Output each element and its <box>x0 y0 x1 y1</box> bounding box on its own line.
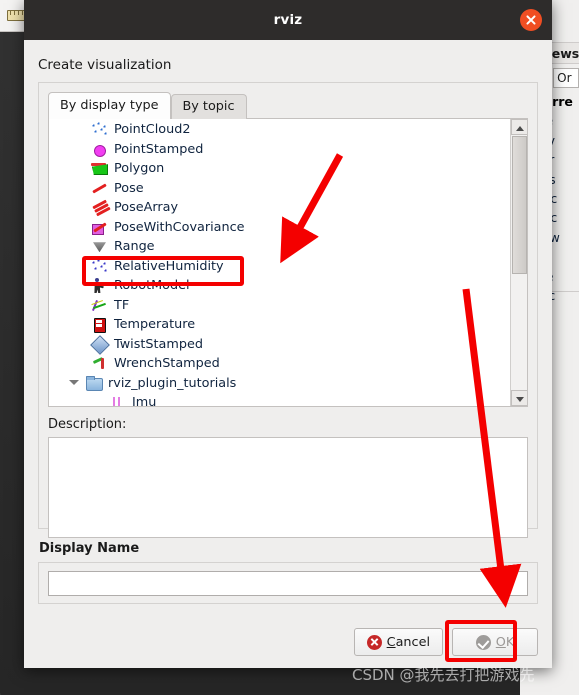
wrench-icon <box>91 356 108 371</box>
pose-covariance-icon <box>91 220 108 235</box>
imu-bars-icon <box>109 395 126 406</box>
list-item[interactable]: Pose <box>49 179 510 199</box>
create-visualization-dialog: rviz Create visualization By display typ… <box>24 0 552 668</box>
dialog-button-row: Cancel OK <box>353 628 538 656</box>
ok-button[interactable]: OK <box>452 628 538 656</box>
chevron-down-icon[interactable] <box>69 378 79 388</box>
list-item-label: Pose <box>114 180 144 196</box>
dialog-title-bar[interactable]: rviz <box>24 0 552 40</box>
tab-by-topic[interactable]: By topic <box>170 94 247 119</box>
cancel-button[interactable]: Cancel <box>353 628 443 656</box>
close-icon[interactable] <box>520 9 542 31</box>
list-group-row[interactable]: rviz_plugin_tutorials <box>49 374 510 394</box>
list-item[interactable]: Polygon <box>49 159 510 179</box>
thermometer-icon <box>91 317 108 334</box>
green-polygon-icon <box>91 161 108 176</box>
list-item-label: PoseWithCovariance <box>114 219 245 235</box>
description-box <box>48 437 528 538</box>
list-item-label: Imu <box>132 395 157 406</box>
list-item-label: RelativeHumidity <box>114 258 224 274</box>
gray-cone-icon <box>91 239 108 254</box>
list-item[interactable]: Temperature <box>49 315 510 335</box>
scrollbar-thumb[interactable] <box>512 136 527 274</box>
list-item-label: TwistStamped <box>114 336 203 352</box>
display-name-label: Display Name <box>39 541 140 556</box>
page-title: Create visualization <box>38 57 172 73</box>
list-item-label: Polygon <box>114 161 165 176</box>
list-item[interactable]: PointCloud2 <box>49 120 510 140</box>
tf-axes-icon <box>91 298 108 313</box>
list-item[interactable]: Imu <box>49 393 510 406</box>
tab-bar: By display type By topic <box>48 92 528 119</box>
list-item-label: PointCloud2 <box>114 122 191 137</box>
ok-check-icon <box>475 634 491 650</box>
view-type-combobox[interactable]: Or <box>553 68 579 88</box>
magenta-circle-icon <box>91 142 108 157</box>
blue-diamond-icon <box>91 337 108 352</box>
list-item-label: PointStamped <box>114 141 204 157</box>
list-item-label: RobotModel <box>114 278 190 293</box>
cancel-circle-icon <box>366 634 382 650</box>
cancel-button-label-rest: ancel <box>395 634 430 650</box>
ok-button-label-rest: K <box>505 634 515 650</box>
list-item[interactable]: Range <box>49 237 510 257</box>
list-item-robotmodel[interactable]: RobotModel <box>49 276 510 296</box>
list-item-label: TF <box>114 297 130 313</box>
list-item[interactable]: TF <box>49 296 510 316</box>
scroll-up-icon[interactable] <box>511 119 527 135</box>
list-item[interactable]: PointStamped <box>49 140 510 160</box>
ok-mnemonic: O <box>495 634 506 650</box>
list-item-label: Temperature <box>114 317 196 332</box>
vertical-scrollbar[interactable] <box>510 119 527 406</box>
list-item[interactable]: PoseArray <box>49 198 510 218</box>
list-item[interactable]: RelativeHumidity <box>49 257 510 277</box>
list-item-label: rviz_plugin_tutorials <box>108 375 237 391</box>
list-item-label: WrenchStamped <box>114 356 220 371</box>
display-name-group <box>38 562 538 604</box>
red-arrows-icon <box>91 200 108 215</box>
display-type-group: By display type By topic PointCloud2 Poi… <box>38 82 538 538</box>
list-item[interactable]: PoseWithCovariance <box>49 218 510 238</box>
description-label: Description: <box>48 417 127 432</box>
display-type-tree[interactable]: PointCloud2 PointStamped Polygon Pose Po… <box>48 118 528 407</box>
list-item[interactable]: WrenchStamped <box>49 354 510 374</box>
scroll-down-icon[interactable] <box>511 390 527 406</box>
display-name-input[interactable] <box>48 571 528 596</box>
tab-by-display-type[interactable]: By display type <box>48 92 171 119</box>
dialog-title: rviz <box>273 12 303 28</box>
blue-dots-icon <box>91 258 108 274</box>
list-item-label: Range <box>114 239 155 254</box>
list-item[interactable]: TwistStamped <box>49 335 510 355</box>
folder-icon <box>85 375 103 391</box>
pointcloud-dots-icon <box>91 122 108 138</box>
display-type-list[interactable]: PointCloud2 PointStamped Polygon Pose Po… <box>49 119 510 406</box>
list-item-label: PoseArray <box>114 200 179 215</box>
robot-icon <box>91 278 108 293</box>
red-arrow-icon <box>91 181 108 196</box>
watermark-text: CSDN @我先去打把游戏先 <box>352 666 535 684</box>
cancel-mnemonic: C <box>386 634 396 650</box>
